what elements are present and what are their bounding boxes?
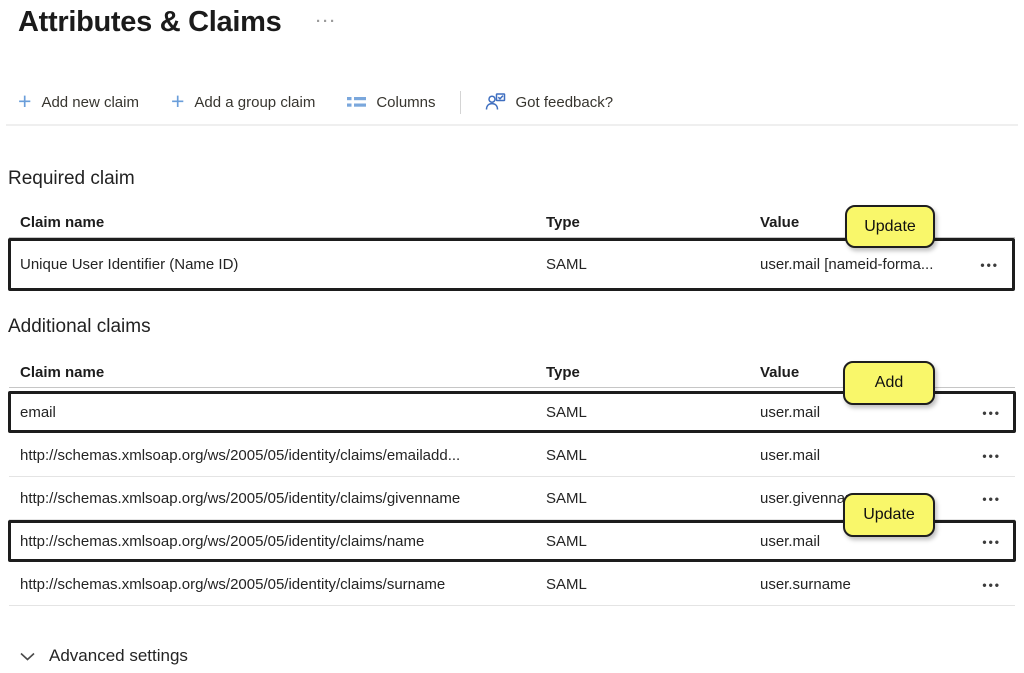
claim-value-cell: user.mail [nameid-forma... bbox=[760, 256, 951, 273]
more-options-icon[interactable]: ••• bbox=[982, 449, 1001, 463]
column-header-claim-name: Claim name bbox=[20, 214, 546, 231]
claim-name-cell: Unique User Identifier (Name ID) bbox=[20, 256, 546, 273]
claim-row-surname[interactable]: http://schemas.xmlsoap.org/ws/2005/05/id… bbox=[9, 563, 1015, 606]
more-options-icon[interactable]: ••• bbox=[982, 492, 1001, 506]
column-header-claim-name: Claim name bbox=[20, 364, 546, 381]
plus-icon: + bbox=[171, 91, 184, 111]
claim-type-cell: SAML bbox=[546, 533, 760, 550]
more-options-icon[interactable]: ••• bbox=[982, 535, 1001, 549]
claim-name-cell: http://schemas.xmlsoap.org/ws/2005/05/id… bbox=[20, 533, 546, 550]
columns-label: Columns bbox=[376, 94, 435, 111]
toolbar-underline bbox=[6, 124, 1018, 126]
title-more-icon[interactable]: ··· bbox=[316, 13, 337, 30]
claim-value-cell: user.surname bbox=[760, 576, 953, 593]
claim-type-cell: SAML bbox=[546, 447, 760, 464]
annotation-add-email-claim: Add bbox=[843, 361, 935, 405]
attributes-claims-page: Attributes & Claims ··· + Add new claim … bbox=[0, 0, 1024, 673]
feedback-icon bbox=[485, 93, 506, 111]
add-group-claim-button[interactable]: + Add a group claim bbox=[155, 86, 331, 118]
more-options-icon[interactable]: ••• bbox=[982, 406, 1001, 420]
required-claim-heading: Required claim bbox=[8, 168, 135, 190]
columns-button[interactable]: Columns bbox=[331, 86, 451, 118]
page-title: Attributes & Claims bbox=[18, 6, 281, 39]
claim-type-cell: SAML bbox=[546, 490, 760, 507]
column-header-type: Type bbox=[546, 364, 760, 381]
advanced-settings-label: Advanced settings bbox=[49, 646, 188, 666]
add-group-claim-label: Add a group claim bbox=[194, 94, 315, 111]
advanced-settings-toggle[interactable]: Advanced settings bbox=[20, 642, 188, 670]
claim-name-cell: http://schemas.xmlsoap.org/ws/2005/05/id… bbox=[20, 576, 546, 593]
add-new-claim-label: Add new claim bbox=[41, 94, 139, 111]
command-bar: + Add new claim + Add a group claim Colu… bbox=[18, 86, 629, 118]
more-options-icon[interactable]: ••• bbox=[980, 258, 999, 272]
additional-claims-heading: Additional claims bbox=[8, 316, 151, 338]
claim-row-emailaddress[interactable]: http://schemas.xmlsoap.org/ws/2005/05/id… bbox=[9, 434, 1015, 477]
plus-icon: + bbox=[18, 91, 31, 111]
annotation-update-required-claim: Update bbox=[845, 205, 935, 248]
more-options-icon[interactable]: ••• bbox=[982, 578, 1001, 592]
got-feedback-label: Got feedback? bbox=[516, 94, 614, 111]
columns-icon bbox=[347, 95, 366, 109]
claim-value-cell: user.mail bbox=[760, 404, 953, 421]
claim-type-cell: SAML bbox=[546, 256, 760, 273]
toolbar-divider bbox=[460, 91, 461, 114]
add-new-claim-button[interactable]: + Add new claim bbox=[18, 86, 155, 118]
claim-type-cell: SAML bbox=[546, 576, 760, 593]
got-feedback-button[interactable]: Got feedback? bbox=[469, 86, 630, 118]
claim-value-cell: user.mail bbox=[760, 447, 953, 464]
claim-type-cell: SAML bbox=[546, 404, 760, 421]
claim-name-cell: http://schemas.xmlsoap.org/ws/2005/05/id… bbox=[20, 490, 546, 507]
claim-name-cell: http://schemas.xmlsoap.org/ws/2005/05/id… bbox=[20, 447, 546, 464]
claim-name-cell: email bbox=[20, 404, 546, 421]
annotation-update-name-claim: Update bbox=[843, 493, 935, 537]
column-header-type: Type bbox=[546, 214, 760, 231]
chevron-down-icon bbox=[20, 652, 35, 661]
